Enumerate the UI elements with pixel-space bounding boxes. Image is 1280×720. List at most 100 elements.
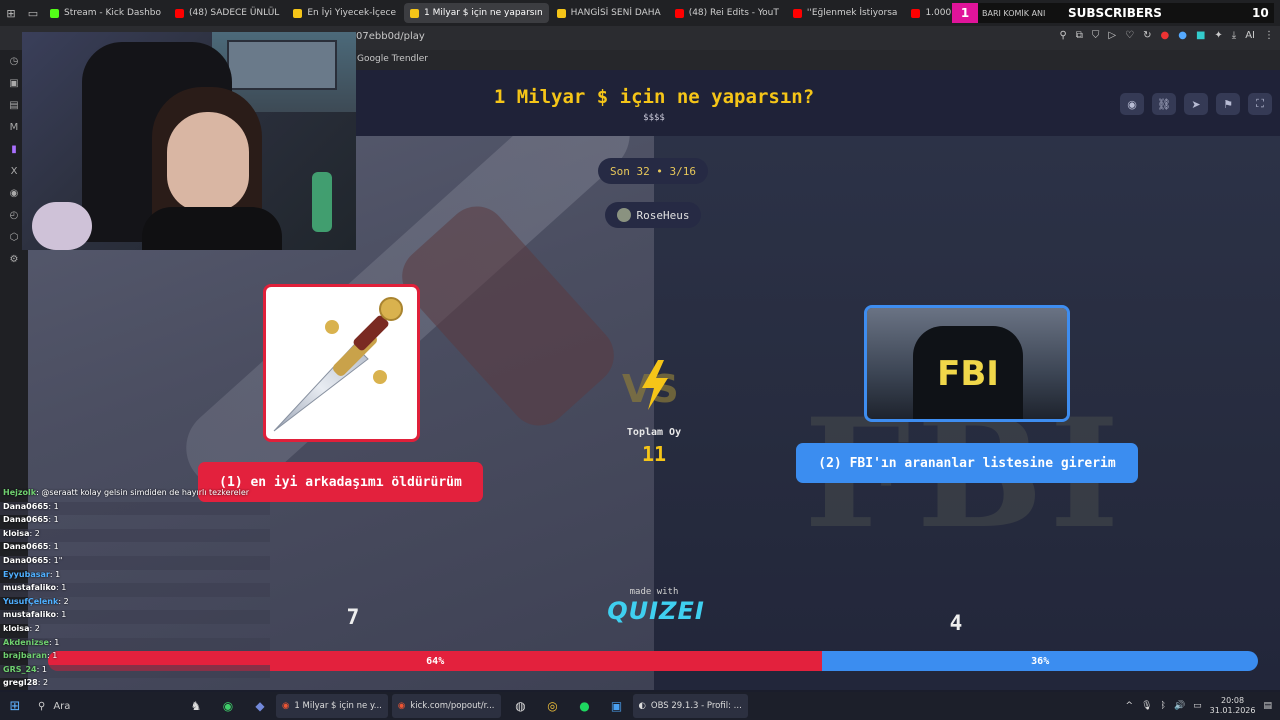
steam-icon[interactable]: ◍ bbox=[505, 692, 537, 720]
windows-start-icon[interactable]: ⊞ bbox=[0, 699, 30, 714]
tab-rei-edits[interactable]: (48) Rei Edits - YouT bbox=[669, 3, 785, 23]
youtube-icon bbox=[792, 8, 802, 18]
tab-list-icon[interactable]: ▭ bbox=[22, 0, 44, 26]
vote-bar-right: 36% bbox=[822, 651, 1258, 671]
news-icon[interactable]: ▤ bbox=[7, 98, 21, 112]
download-icon[interactable]: ⤓ bbox=[1232, 30, 1236, 41]
avatar bbox=[616, 208, 631, 222]
history-icon[interactable]: ◷ bbox=[7, 54, 21, 68]
whatsapp-icon[interactable]: ◉ bbox=[212, 692, 244, 720]
extension-blue-icon[interactable]: ● bbox=[1178, 30, 1187, 41]
chat-username[interactable]: YusufÇelenk bbox=[3, 597, 58, 606]
quizei-icon bbox=[556, 8, 566, 18]
taskbar-app-browser-quiz[interactable]: ◉ 1 Milyar $ için ne y... bbox=[276, 694, 388, 718]
discord-icon[interactable]: ◆ bbox=[244, 692, 276, 720]
chat-message: Dana0665: 1 bbox=[0, 501, 270, 516]
wallet-icon[interactable]: ▣ bbox=[7, 76, 21, 90]
chrome-icon[interactable]: ◎ bbox=[537, 692, 569, 720]
chat-username[interactable]: Dana0665 bbox=[3, 556, 48, 565]
chat-username[interactable]: Dana0665 bbox=[3, 515, 48, 524]
chat-username[interactable]: brajbaran bbox=[3, 651, 47, 660]
taskbar-app-obs[interactable]: ◐ OBS 29.1.3 - Profil: ... bbox=[632, 694, 748, 718]
system-tray: ^ 🎙 ᛒ 🔊 ▭ 20:08 31.01.2026 ▤ bbox=[1126, 692, 1272, 720]
fbi-vest: FBI bbox=[913, 326, 1023, 419]
chat-text: : @seraatt kolay gelsin simdiden de hayı… bbox=[36, 488, 250, 497]
zebra-widget-icon[interactable]: ♞ bbox=[180, 692, 212, 720]
option-right-button[interactable]: (2) FBI'ın arananlar listesine girerim bbox=[796, 443, 1138, 483]
creator-badge[interactable]: RoseHeus bbox=[605, 202, 701, 228]
chat-message: kloisa: 2 bbox=[0, 624, 270, 638]
chevron-up-icon[interactable]: ^ bbox=[1126, 701, 1134, 711]
browser-icon: ◉ bbox=[397, 701, 406, 711]
chat-overlay: Hejzolk: @seraatt kolay gelsin simdiden … bbox=[0, 488, 270, 692]
clock-icon[interactable]: ◴ bbox=[7, 208, 21, 222]
browser-menu-icon[interactable]: ⊞ bbox=[0, 0, 22, 26]
screenshot-icon[interactable]: ⧉ bbox=[1076, 30, 1083, 41]
store-icon[interactable]: ▣ bbox=[601, 692, 633, 720]
tab-yiyecek[interactable]: En İyi Yiyecek-İçece bbox=[287, 3, 402, 23]
refresh-icon[interactable]: ↻ bbox=[1143, 30, 1151, 41]
speaker-icon[interactable]: 🔊 bbox=[1174, 701, 1185, 711]
notification-icon[interactable]: ▤ bbox=[1263, 701, 1272, 711]
chat-username[interactable]: Dana0665 bbox=[3, 542, 48, 551]
screen: ⊞ ▭ Stream - Kick Dashbo (48) SADECE ÜNL… bbox=[0, 0, 1280, 720]
chat-username[interactable]: mustafaliko bbox=[3, 583, 56, 592]
option-left-image-card[interactable] bbox=[263, 284, 420, 442]
cube-icon[interactable]: ⬡ bbox=[7, 230, 21, 244]
chat-username[interactable]: GRS_24 bbox=[3, 665, 37, 674]
chat-username[interactable]: Eyyubasar bbox=[3, 570, 50, 579]
tab-youtube-1[interactable]: (48) SADECE ÜNLÜL bbox=[169, 3, 285, 23]
extension-teal-icon[interactable]: ■ bbox=[1196, 30, 1205, 41]
mail-icon[interactable]: M bbox=[7, 120, 21, 134]
settings-gear-icon[interactable]: ⚙ bbox=[7, 252, 21, 266]
battery-icon[interactable]: ▭ bbox=[1193, 701, 1202, 711]
ai-icon[interactable]: AI bbox=[1245, 30, 1255, 41]
bookmark-google-trends[interactable]: Google Trendler bbox=[357, 54, 428, 64]
player-icon[interactable]: ◉ bbox=[7, 186, 21, 200]
youtube-icon bbox=[674, 8, 684, 18]
tab-kick-dashboard[interactable]: Stream - Kick Dashbo bbox=[44, 3, 167, 23]
flag-icon[interactable]: ⚑ bbox=[1216, 93, 1240, 115]
system-clock[interactable]: 20:08 31.01.2026 bbox=[1210, 696, 1256, 716]
chat-username[interactable]: Hejzolk bbox=[3, 488, 36, 497]
spotify-icon[interactable]: ● bbox=[569, 692, 601, 720]
puzzle-icon[interactable]: ✦ bbox=[1214, 30, 1222, 41]
taskbar-app-kick-popout[interactable]: ◉ kick.com/popout/r... bbox=[391, 694, 501, 718]
search-icon: ⚲ bbox=[38, 700, 46, 712]
chat-username[interactable]: Akdenizse bbox=[3, 638, 49, 647]
tab-milyar-active[interactable]: 1 Milyar $ için ne yaparsın bbox=[404, 3, 549, 23]
fullscreen-icon[interactable]: ⛶ bbox=[1248, 93, 1272, 115]
option-right-image-card[interactable]: FBI bbox=[864, 305, 1070, 422]
round-indicator: Son 32 • 3/16 bbox=[598, 158, 708, 184]
chat-username[interactable]: gregl28 bbox=[3, 678, 38, 687]
sub-count-right: 10 bbox=[1252, 6, 1269, 20]
quizei-icon bbox=[293, 8, 303, 18]
chat-username[interactable]: mustafaliko bbox=[3, 610, 56, 619]
tab-hangisi[interactable]: HANGİSİ SENİ DAHA bbox=[551, 3, 667, 23]
chat-text: : 2 bbox=[29, 623, 40, 633]
chat-username[interactable]: Dana0665 bbox=[3, 502, 48, 511]
url-field[interactable]: 07ebb0d/play bbox=[356, 31, 425, 42]
kick-icon bbox=[50, 8, 59, 18]
send-icon[interactable]: ➤ bbox=[1184, 93, 1208, 115]
play-icon[interactable]: ▷ bbox=[1108, 30, 1116, 41]
heart-icon[interactable]: ♡ bbox=[1125, 30, 1134, 41]
extension-red-icon[interactable]: ● bbox=[1160, 30, 1169, 41]
chat-username[interactable]: kloisa bbox=[3, 624, 29, 633]
quizei-logo[interactable]: QUIZEI bbox=[606, 597, 706, 625]
chat-message: Eyyubasar: 1 bbox=[0, 570, 270, 584]
bluetooth-icon[interactable]: ᛒ bbox=[1161, 701, 1166, 711]
chat-username[interactable]: kloisa bbox=[3, 529, 29, 538]
link-icon[interactable]: ⛓ bbox=[1152, 93, 1176, 115]
shield-icon[interactable]: ⛉ bbox=[1092, 30, 1100, 41]
eye-icon[interactable]: ◉ bbox=[1120, 93, 1144, 115]
more-icon[interactable]: ⋮ bbox=[1264, 30, 1274, 41]
x-icon[interactable]: X bbox=[7, 164, 21, 178]
subscribers-overlay: 1 BARI KOMİK ANI SUBSCRIBERS 10 bbox=[952, 3, 1274, 23]
taskbar-search[interactable]: ⚲ Ara bbox=[30, 695, 180, 717]
tab-eglenmek[interactable]: ''Eğlenmek İstiyorsa bbox=[787, 3, 904, 23]
mic-icon[interactable]: 🎙 bbox=[1141, 701, 1152, 711]
pin-icon[interactable]: ⚲ bbox=[1059, 30, 1066, 41]
header-buttons: ◉ ⛓ ➤ ⚑ ⛶ bbox=[1120, 93, 1272, 115]
twitch-icon[interactable]: ▮ bbox=[7, 142, 21, 156]
